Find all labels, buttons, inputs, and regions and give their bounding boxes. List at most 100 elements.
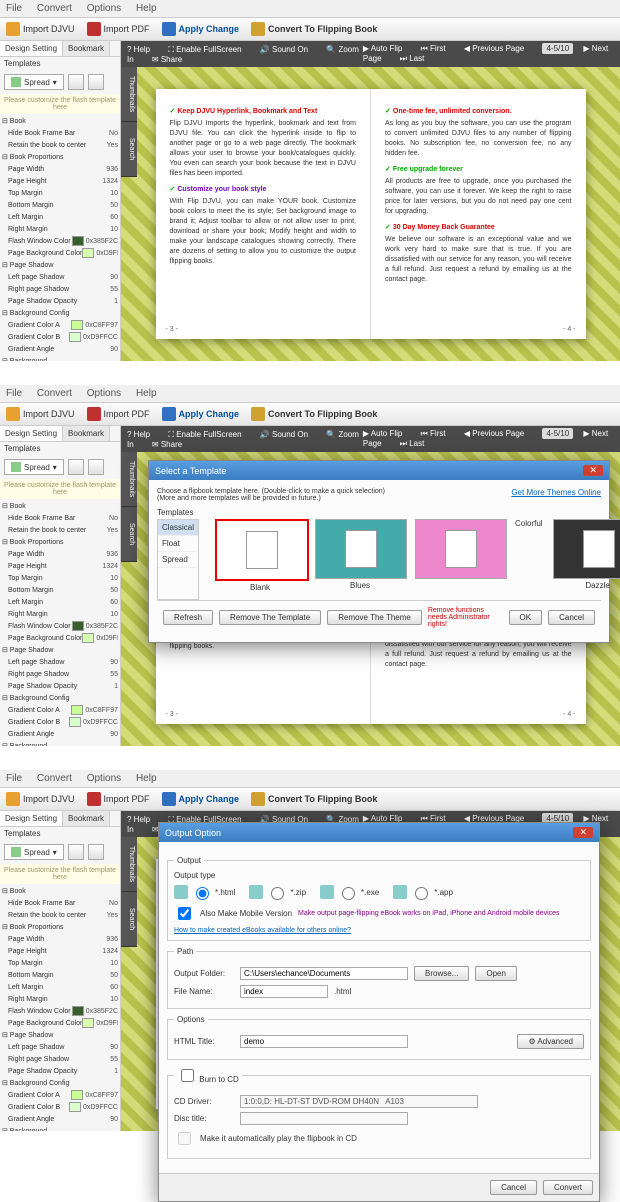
prop-row[interactable]: Left page Shadow90 xyxy=(2,657,118,669)
prop-row[interactable]: Gradient Angle90 xyxy=(2,1114,118,1126)
apply-change-button[interactable]: Apply Change xyxy=(162,407,240,421)
autoflip-button[interactable]: ▶ Auto Flip xyxy=(363,44,411,53)
first-page-button[interactable]: ⏮ First xyxy=(421,44,454,53)
menu-file[interactable]: File xyxy=(6,3,22,14)
prop-row[interactable]: Top Margin10 xyxy=(2,573,118,585)
prop-row[interactable]: Gradient Color A0xC8FF97 xyxy=(2,1090,118,1102)
output-type-option[interactable]: *.zip xyxy=(249,884,306,900)
prev-page-button[interactable]: ◀ Previous Page xyxy=(464,44,532,53)
template-item[interactable] xyxy=(415,519,505,592)
prop-row[interactable]: Right page Shadow55 xyxy=(2,1054,118,1066)
prop-row[interactable]: Right Margin10 xyxy=(2,224,118,236)
ok-button[interactable]: OK xyxy=(509,610,543,625)
prop-row[interactable]: Right Margin10 xyxy=(2,994,118,1006)
menu-help[interactable]: Help xyxy=(136,773,157,784)
template-browse-button[interactable] xyxy=(68,459,84,475)
close-button[interactable]: ✕ xyxy=(583,465,603,476)
help-button[interactable]: ? Help xyxy=(127,430,158,439)
search-tab[interactable]: Search xyxy=(121,122,137,177)
menu-help[interactable]: Help xyxy=(136,3,157,14)
menu-file[interactable]: File xyxy=(6,773,22,784)
menu-options[interactable]: Options xyxy=(87,773,121,784)
prop-row[interactable]: Page Shadow Opacity1 xyxy=(2,296,118,308)
last-page-button[interactable]: ⏭ Last xyxy=(400,54,433,63)
prop-row[interactable]: Page Height1324 xyxy=(2,946,118,958)
prop-row[interactable]: Right page Shadow55 xyxy=(2,669,118,681)
cd-driver-select[interactable] xyxy=(240,1095,478,1108)
prev-page-button[interactable]: ◀ Previous Page xyxy=(464,429,532,438)
output-folder-input[interactable] xyxy=(240,967,408,980)
last-page-button[interactable]: ⏭ Last xyxy=(400,439,433,448)
share-button[interactable]: ✉ Share xyxy=(152,440,190,449)
help-button[interactable]: ? Help xyxy=(127,45,158,54)
prop-row[interactable]: Left page Shadow90 xyxy=(2,272,118,284)
tab-bookmark[interactable]: Bookmark xyxy=(63,41,110,56)
output-type-option[interactable]: *.app xyxy=(393,884,453,900)
remove-theme-button[interactable]: Remove The Theme xyxy=(327,610,422,625)
howto-link[interactable]: How to make created eBooks available for… xyxy=(174,927,584,934)
prop-row[interactable]: Page Height1324 xyxy=(2,176,118,188)
cancel-button[interactable]: Cancel xyxy=(548,610,595,625)
sound-button[interactable]: 🔊 Sound On xyxy=(260,430,316,439)
menu-help[interactable]: Help xyxy=(136,388,157,399)
prop-row[interactable]: Gradient Color B0xD9FFCC xyxy=(2,332,118,344)
apply-change-button[interactable]: Apply Change xyxy=(162,22,240,36)
burn-checkbox[interactable] xyxy=(181,1069,194,1082)
output-type-option[interactable]: *.exe xyxy=(320,884,379,900)
prop-row[interactable]: Flash Window Color0x385F2C xyxy=(2,236,118,248)
page-indicator[interactable]: 4-5/10 xyxy=(542,43,573,54)
prop-row[interactable]: Bottom Margin50 xyxy=(2,970,118,982)
prop-row[interactable]: Left Margin60 xyxy=(2,982,118,994)
convert-button[interactable]: Convert xyxy=(543,1180,593,1195)
convert-button[interactable]: Convert To Flipping Book xyxy=(251,792,377,806)
prop-row[interactable]: Page Background Color0xD9FFB3 xyxy=(2,633,118,645)
template-type-item[interactable]: Float xyxy=(158,536,198,552)
template-select[interactable]: Spread ▾ xyxy=(4,459,64,475)
fullscreen-button[interactable]: ⛶ Enable FullScreen xyxy=(168,45,249,54)
search-tab[interactable]: Search xyxy=(121,892,137,947)
template-refresh-button[interactable] xyxy=(88,844,104,860)
autoflip-button[interactable]: ▶ Auto Flip xyxy=(363,429,411,438)
fullscreen-button[interactable]: ⛶ Enable FullScreen xyxy=(168,430,249,439)
flipbook[interactable]: ✓ Keep DJVU Hyperlink, Bookmark and Text… xyxy=(156,89,586,339)
help-button[interactable]: ? Help xyxy=(127,815,158,824)
template-item[interactable]: Blues xyxy=(315,519,405,592)
advanced-button[interactable]: ⚙ Advanced xyxy=(517,1034,584,1049)
import-djvu-button[interactable]: Import DJVU xyxy=(6,407,75,421)
prop-row[interactable]: Bottom Margin50 xyxy=(2,585,118,597)
prop-row[interactable]: Retain the book to centerYes xyxy=(2,140,118,152)
menu-options[interactable]: Options xyxy=(87,388,121,399)
template-browse-button[interactable] xyxy=(68,844,84,860)
tab-design[interactable]: Design Setting xyxy=(0,426,63,441)
prop-row[interactable]: Hide Book Frame BarNo xyxy=(2,128,118,140)
prop-row[interactable]: Left Margin60 xyxy=(2,212,118,224)
prop-row[interactable]: Gradient Color A0xC8FF97 xyxy=(2,320,118,332)
prop-row[interactable]: Retain the book to centerYes xyxy=(2,910,118,922)
thumbnails-tab[interactable]: Thumbnails xyxy=(121,67,137,122)
prop-row[interactable]: Right page Shadow55 xyxy=(2,284,118,296)
apply-change-button[interactable]: Apply Change xyxy=(162,792,240,806)
import-pdf-button[interactable]: Import PDF xyxy=(87,407,150,421)
tab-design[interactable]: Design Setting xyxy=(0,41,63,56)
menu-convert[interactable]: Convert xyxy=(37,3,72,14)
first-page-button[interactable]: ⏮ First xyxy=(421,429,454,438)
prop-row[interactable]: Retain the book to centerYes xyxy=(2,525,118,537)
disc-title-input[interactable] xyxy=(240,1112,408,1125)
prop-row[interactable]: Flash Window Color0x385F2C xyxy=(2,1006,118,1018)
template-item[interactable]: Blank xyxy=(215,519,305,592)
output-type-option[interactable]: *.html xyxy=(174,884,235,900)
prop-row[interactable]: Page Width936 xyxy=(2,549,118,561)
sound-button[interactable]: 🔊 Sound On xyxy=(260,45,316,54)
prop-row[interactable]: Gradient Color B0xD9FFCC xyxy=(2,1102,118,1114)
prop-row[interactable]: Flash Window Color0x385F2C xyxy=(2,621,118,633)
convert-button[interactable]: Convert To Flipping Book xyxy=(251,22,377,36)
thumbnails-tab[interactable]: Thumbnails xyxy=(121,452,137,507)
menu-file[interactable]: File xyxy=(6,388,22,399)
import-djvu-button[interactable]: Import DJVU xyxy=(6,792,75,806)
page-indicator[interactable]: 4-5/10 xyxy=(542,428,573,439)
template-refresh-button[interactable] xyxy=(88,459,104,475)
import-pdf-button[interactable]: Import PDF xyxy=(87,22,150,36)
prop-row[interactable]: Page Shadow Opacity1 xyxy=(2,1066,118,1078)
prop-row[interactable]: Right Margin10 xyxy=(2,609,118,621)
template-refresh-button[interactable] xyxy=(88,74,104,90)
